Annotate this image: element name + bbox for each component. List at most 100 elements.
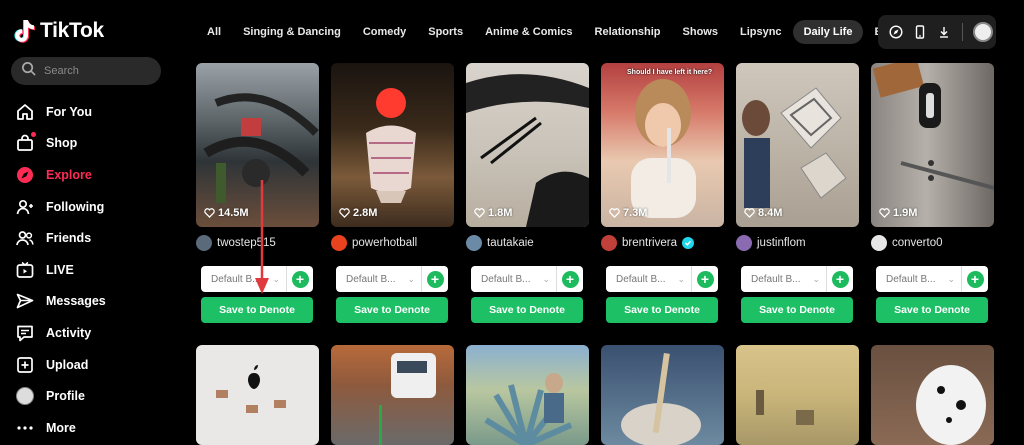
author-row[interactable]: brentrivera bbox=[601, 235, 694, 251]
mobile-icon[interactable] bbox=[910, 22, 930, 42]
search-box[interactable] bbox=[11, 57, 161, 85]
friends-icon bbox=[16, 229, 34, 247]
like-count: 2.8M bbox=[339, 207, 377, 219]
sidebar-nav: For You Shop Explore Following Friends L… bbox=[16, 96, 106, 444]
video-card[interactable]: 1.8M tautakaie Default B... ⌄ + Save to … bbox=[466, 63, 589, 323]
collection-select-value: Default B... bbox=[346, 273, 396, 285]
video-card[interactable]: 1.9M converto0 Default B... ⌄ + Save to … bbox=[871, 63, 994, 323]
search-input[interactable] bbox=[44, 65, 144, 77]
nav-item-explore[interactable]: Explore bbox=[16, 159, 106, 191]
video-card[interactable]: 8.4M justinflom Default B... ⌄ + Save to… bbox=[736, 63, 859, 323]
profile-avatar bbox=[16, 387, 34, 406]
video-card[interactable] bbox=[736, 345, 859, 445]
video-card[interactable] bbox=[331, 345, 454, 445]
nav-label: Upload bbox=[46, 357, 89, 372]
shop-icon bbox=[16, 132, 36, 152]
video-card[interactable] bbox=[196, 345, 319, 445]
video-card[interactable]: Should I have left it here? 7.3M brentri… bbox=[601, 63, 724, 323]
tab-all[interactable]: All bbox=[196, 20, 232, 44]
tab-comedy[interactable]: Comedy bbox=[352, 20, 417, 44]
plus-icon: + bbox=[291, 270, 309, 288]
compass-outline-icon[interactable] bbox=[886, 22, 906, 42]
video-thumbnail[interactable] bbox=[331, 345, 454, 445]
video-thumbnail[interactable] bbox=[196, 345, 319, 445]
like-count-value: 8.4M bbox=[758, 207, 783, 219]
save-to-denote-button[interactable]: Save to Denote bbox=[606, 297, 718, 323]
home-icon bbox=[16, 103, 34, 121]
compass-icon bbox=[16, 166, 34, 184]
nav-item-shop[interactable]: Shop bbox=[16, 128, 106, 160]
video-thumbnail[interactable]: 1.8M bbox=[466, 63, 589, 227]
thumbnail-art bbox=[484, 373, 573, 445]
thumbnail-art bbox=[366, 88, 416, 203]
nav-item-more[interactable]: More bbox=[16, 412, 106, 444]
tab-daily-life[interactable]: Daily Life bbox=[792, 20, 864, 44]
save-to-denote-button[interactable]: Save to Denote bbox=[471, 297, 583, 323]
video-thumbnail[interactable] bbox=[601, 345, 724, 445]
collection-select[interactable]: Default B... ⌄ bbox=[606, 266, 692, 292]
author-name: justinflom bbox=[757, 237, 806, 249]
tab-sports[interactable]: Sports bbox=[417, 20, 474, 44]
video-card[interactable] bbox=[466, 345, 589, 445]
collection-select[interactable]: Default B... ⌄ bbox=[336, 266, 422, 292]
nav-item-messages[interactable]: Messages bbox=[16, 286, 106, 318]
video-thumbnail[interactable]: Should I have left it here? 7.3M bbox=[601, 63, 724, 227]
video-thumbnail[interactable] bbox=[736, 345, 859, 445]
tab-shows[interactable]: Shows bbox=[672, 20, 729, 44]
video-card[interactable]: 2.8M powerhotball Default B... ⌄ + Save … bbox=[331, 63, 454, 323]
tab-singing-dancing[interactable]: Singing & Dancing bbox=[232, 20, 352, 44]
download-icon[interactable] bbox=[934, 22, 954, 42]
author-row[interactable]: tautakaie bbox=[466, 235, 534, 251]
add-collection-button[interactable]: + bbox=[962, 266, 988, 292]
user-avatar[interactable] bbox=[973, 22, 993, 42]
video-card[interactable] bbox=[871, 345, 994, 445]
nav-item-for-you[interactable]: For You bbox=[16, 96, 106, 128]
collection-control: Default B... ⌄ + bbox=[741, 266, 853, 292]
video-thumbnail[interactable]: 2.8M bbox=[331, 63, 454, 227]
save-to-denote-button[interactable]: Save to Denote bbox=[336, 297, 448, 323]
video-card[interactable] bbox=[601, 345, 724, 445]
collection-select[interactable]: Default B... ⌄ bbox=[201, 266, 287, 292]
author-name: converto0 bbox=[892, 237, 943, 249]
nav-item-profile[interactable]: Profile bbox=[16, 380, 106, 412]
nav-label: For You bbox=[46, 104, 93, 119]
add-collection-button[interactable]: + bbox=[692, 266, 718, 292]
save-to-denote-button[interactable]: Save to Denote bbox=[741, 297, 853, 323]
add-collection-button[interactable]: + bbox=[557, 266, 583, 292]
add-collection-button[interactable]: + bbox=[827, 266, 853, 292]
collection-select-value: Default B... bbox=[751, 273, 801, 285]
tab-lipsync[interactable]: Lipsync bbox=[729, 20, 793, 44]
nav-item-activity[interactable]: Activity bbox=[16, 317, 106, 349]
tiktok-logo[interactable]: TikTok bbox=[14, 18, 104, 44]
video-thumbnail[interactable] bbox=[871, 345, 994, 445]
like-count: 7.3M bbox=[609, 207, 647, 219]
nav-label: Shop bbox=[46, 136, 78, 151]
plus-icon: + bbox=[966, 270, 984, 288]
verified-badge-icon bbox=[681, 237, 694, 249]
like-count-value: 1.9M bbox=[893, 207, 918, 219]
collection-select[interactable]: Default B... ⌄ bbox=[471, 266, 557, 292]
video-thumbnail[interactable]: 1.9M bbox=[871, 63, 994, 227]
thumbnail-art bbox=[756, 390, 814, 425]
like-count: 14.5M bbox=[204, 207, 249, 219]
author-row[interactable]: justinflom bbox=[736, 235, 806, 251]
nav-item-friends[interactable]: Friends bbox=[16, 222, 106, 254]
nav-item-upload[interactable]: Upload bbox=[16, 349, 106, 381]
save-to-denote-button[interactable]: Save to Denote bbox=[876, 297, 988, 323]
nav-item-following[interactable]: Following bbox=[16, 191, 106, 223]
collection-select[interactable]: Default B... ⌄ bbox=[741, 266, 827, 292]
video-thumbnail[interactable] bbox=[466, 345, 589, 445]
thumbnail-art bbox=[631, 79, 696, 218]
add-collection-button[interactable]: + bbox=[287, 266, 313, 292]
tab-anime-comics[interactable]: Anime & Comics bbox=[474, 20, 583, 44]
video-thumbnail[interactable]: 8.4M bbox=[736, 63, 859, 227]
collection-select[interactable]: Default B... ⌄ bbox=[876, 266, 962, 292]
nav-item-live[interactable]: LIVE bbox=[16, 254, 106, 286]
add-collection-button[interactable]: + bbox=[422, 266, 448, 292]
save-to-denote-button[interactable]: Save to Denote bbox=[201, 297, 313, 323]
like-count-value: 1.8M bbox=[488, 207, 513, 219]
author-avatar bbox=[466, 235, 482, 251]
author-row[interactable]: powerhotball bbox=[331, 235, 417, 251]
tab-relationship[interactable]: Relationship bbox=[584, 20, 672, 44]
author-row[interactable]: converto0 bbox=[871, 235, 943, 251]
